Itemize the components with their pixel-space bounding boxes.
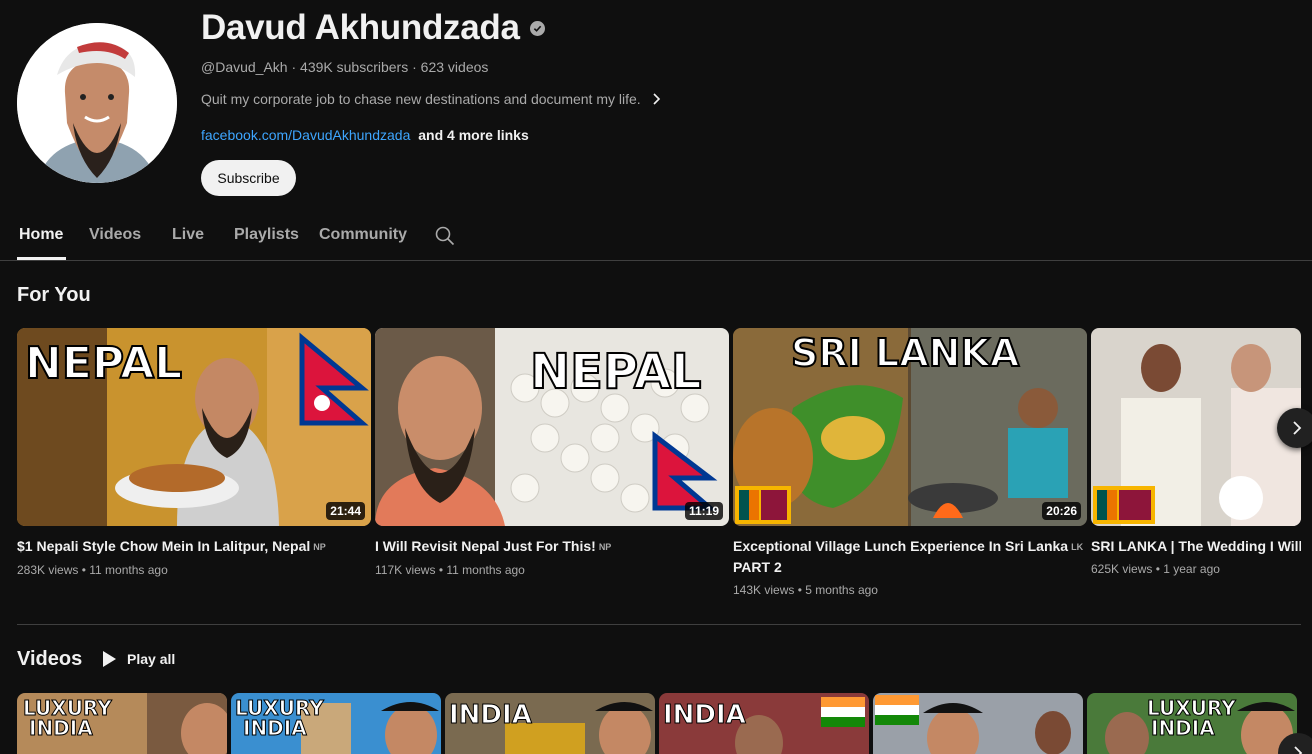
view-count: 625K views [1091, 562, 1153, 576]
video-card[interactable]: SRI LANKA | The Wedding I Will N 625K vi… [1091, 328, 1301, 576]
thumbnail-overlay-text: NEPAL [25, 338, 182, 389]
search-icon[interactable] [435, 226, 455, 251]
tab-community[interactable]: Community [319, 226, 407, 244]
meta-separator: · [291, 59, 301, 75]
video-thumbnail[interactable] [873, 693, 1083, 754]
thumbnail-overlay-text: INDIA [663, 700, 746, 730]
meta-separator: · [412, 59, 421, 75]
channel-description[interactable]: Quit my corporate job to chase new desti… [201, 91, 661, 107]
video-duration: 11:19 [684, 502, 723, 520]
chevron-right-icon [651, 92, 661, 106]
video-card[interactable]: NEPAL 11:19 I Will Revisit Nepal Just Fo… [375, 328, 729, 577]
video-count: 623 videos [420, 59, 489, 75]
subscriber-count: 439K subscribers [300, 59, 409, 75]
video-meta: 283K views • 11 months ago [17, 563, 168, 578]
tab-playlists[interactable]: Playlists [234, 226, 299, 244]
channel-tabs: Home Videos Live Playlists Community [0, 212, 1312, 261]
view-count: 283K views [17, 563, 79, 578]
video-meta: 117K views • 11 months ago [375, 563, 525, 578]
video-age: 5 months ago [805, 583, 878, 598]
video-age: 11 months ago [446, 563, 525, 578]
video-thumbnail[interactable]: LUXURY INDIA [231, 693, 441, 754]
thumbnail-overlay-text: SRI LANKA [791, 331, 1020, 375]
thumbnail-overlay-text: INDIA [1151, 716, 1215, 740]
tab-videos[interactable]: Videos [89, 226, 141, 244]
video-thumbnail[interactable]: NEPAL 11:19 [375, 328, 729, 526]
subscribe-button[interactable]: Subscribe [201, 160, 296, 196]
video-title-text: I Will Revisit Nepal Just For This! [375, 538, 596, 554]
view-count: 143K views [733, 583, 795, 598]
play-all-label: Play all [127, 651, 176, 667]
video-thumbnail[interactable]: LUXURY INDIA [17, 693, 227, 754]
thumbnail-overlay-text: INDIA [243, 716, 307, 740]
country-code: LK [1071, 542, 1084, 553]
more-links[interactable]: and 4 more links [418, 127, 528, 143]
video-card[interactable]: SRI LANKA 20:26 Exceptional Village Lunc… [733, 328, 1087, 597]
play-icon [103, 651, 116, 667]
channel-name: Davud Akhundzada [201, 8, 545, 48]
video-duration: 20:26 [1042, 502, 1081, 520]
section-divider [17, 624, 1301, 625]
facebook-link[interactable]: facebook.com/DavudAkhundzada [201, 127, 410, 143]
description-text: Quit my corporate job to chase new desti… [201, 91, 641, 107]
video-thumbnail[interactable]: SRI LANKA 20:26 [733, 328, 1087, 526]
video-thumbnail[interactable] [1091, 328, 1301, 526]
country-code: NP [313, 542, 326, 553]
video-title[interactable]: $1 Nepali Style Chow Mein In Lalitpur, N… [17, 536, 371, 557]
section-title-videos: Videos [17, 648, 83, 670]
country-code: NP [598, 542, 612, 553]
thumbnail-overlay-text: INDIA [449, 700, 532, 730]
video-age: 11 months ago [89, 563, 168, 578]
video-title-text: $1 Nepali Style Chow Mein In Lalitpur, N… [17, 538, 311, 554]
video-title[interactable]: SRI LANKA | The Wedding I Will N [1091, 536, 1301, 556]
section-title-for-you: For You [17, 284, 91, 306]
view-count: 117K views [375, 563, 436, 578]
verified-check-icon [529, 20, 545, 36]
active-tab-indicator [17, 257, 66, 260]
video-thumbnail[interactable]: LUXURY INDIA [1087, 693, 1297, 754]
channel-meta: @Davud_Akh · 439K subscribers · 623 vide… [201, 59, 488, 75]
thumbnail-overlay-text: NEPAL [530, 344, 701, 400]
channel-name-text: Davud Akhundzada [201, 8, 520, 47]
video-age: 1 year ago [1163, 562, 1220, 576]
tab-home[interactable]: Home [19, 226, 63, 244]
video-meta: 143K views • 5 months ago [733, 583, 878, 598]
tab-live[interactable]: Live [172, 226, 204, 244]
video-title[interactable]: Exceptional Village Lunch Experience In … [733, 536, 1087, 577]
video-duration: 21:44 [326, 502, 365, 520]
video-title[interactable]: I Will Revisit Nepal Just For This! NP [375, 536, 729, 557]
thumbnail-overlay-text: INDIA [29, 716, 93, 740]
channel-avatar[interactable] [17, 23, 177, 183]
channel-handle: @Davud_Akh [201, 59, 288, 75]
video-meta: 625K views • 1 year ago [1091, 562, 1220, 576]
video-card[interactable]: NEPAL 21:44 $1 Nepali Style Chow Mein In… [17, 328, 371, 577]
video-title-line2: PART 2 [733, 559, 782, 576]
video-title-text: SRI LANKA | The Wedding I Will N [1091, 538, 1301, 554]
video-thumbnail[interactable]: INDIA [445, 693, 655, 754]
channel-links: facebook.com/DavudAkhundzada and 4 more … [201, 127, 529, 143]
video-title-text: Exceptional Village Lunch Experience In … [733, 538, 1069, 554]
video-thumbnail[interactable]: NEPAL 21:44 [17, 328, 371, 526]
carousel-next-button[interactable] [1277, 408, 1312, 448]
play-all-button[interactable]: Play all [101, 650, 175, 668]
video-thumbnail[interactable]: INDIA [659, 693, 869, 754]
